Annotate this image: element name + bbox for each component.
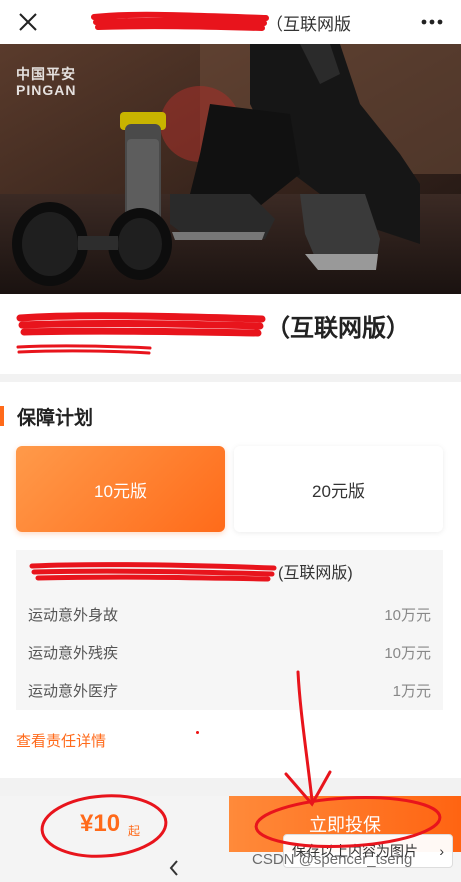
product-title: （互联网版） — [16, 308, 410, 342]
product-banner-image: 中国平安 PINGAN — [0, 44, 461, 294]
plan-tab-10[interactable]: 10元版 — [16, 446, 225, 532]
coverage-label: 运动意外残疾 — [28, 644, 119, 662]
product-title-card: （互联网版） — [0, 294, 461, 374]
coverage-plan-section: 保障计划 10元版 20元版 (互联网版) 运动意外身故 10万元 运动意外残疾… — [0, 382, 461, 778]
coverage-label: 运动意外身故 — [28, 606, 119, 624]
coverage-row: 运动意外医疗 1万元 — [28, 678, 431, 702]
plan-tabs: 10元版 20元版 — [16, 446, 443, 532]
brand-logo-line1: 中国平安 — [16, 66, 76, 82]
chevron-left-icon[interactable] — [164, 856, 184, 880]
chevron-right-icon: › — [439, 843, 444, 859]
close-icon[interactable] — [14, 8, 42, 36]
redaction-scribble — [16, 344, 152, 355]
coverage-value: 10万元 — [384, 644, 431, 662]
brand-logo: 中国平安 PINGAN — [16, 66, 76, 98]
page-title-text: （互联网版 — [266, 14, 351, 34]
price-suffix: 起 — [128, 823, 141, 838]
redaction-scribble — [29, 562, 277, 582]
coverage-row: 运动意外身故 10万元 — [28, 602, 431, 626]
coverage-value: 1万元 — [392, 682, 431, 700]
redaction-scribble — [91, 11, 269, 31]
coverage-table: (互联网版) 运动意外身故 10万元 运动意外残疾 10万元 运动意外医疗 1万… — [16, 550, 443, 710]
view-details-link[interactable]: 查看责任详情 — [16, 730, 106, 751]
coverage-plan-name-text: (互联网版) — [278, 565, 353, 582]
redaction-scribble — [16, 312, 266, 337]
more-dots-icon[interactable] — [417, 8, 447, 36]
save-tip-text: 保存以上内容为图片 — [292, 843, 418, 859]
section-header: 保障计划 — [0, 402, 93, 430]
section-accent-bar — [0, 406, 4, 426]
coverage-row: 运动意外残疾 10万元 — [28, 640, 431, 664]
price-display: ¥10 起 — [0, 796, 229, 852]
brand-logo-line2: PINGAN — [16, 82, 77, 98]
coverage-value: 10万元 — [384, 606, 431, 624]
plan-tab-20[interactable]: 20元版 — [234, 446, 443, 532]
coverage-label: 运动意外医疗 — [28, 682, 119, 700]
product-title-text: （互联网版） — [266, 314, 410, 342]
annotation-dot — [196, 731, 199, 734]
section-title: 保障计划 — [17, 407, 94, 429]
page-title: （互联网版 — [90, 9, 351, 35]
top-navigation-bar: （互联网版 — [0, 0, 461, 44]
coverage-plan-name: (互联网版) — [28, 558, 353, 584]
price-value: ¥10 — [80, 810, 121, 837]
save-as-image-tip[interactable]: 保存以上内容为图片 › — [283, 834, 453, 868]
